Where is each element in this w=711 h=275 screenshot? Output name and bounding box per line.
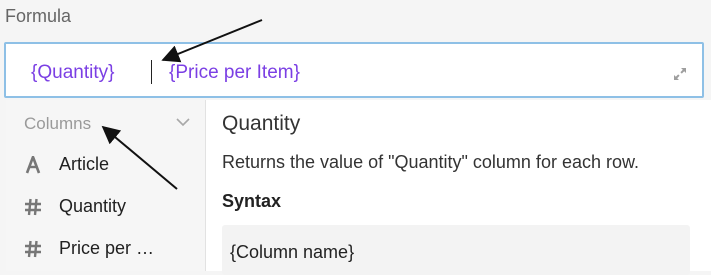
columns-header[interactable]: Columns — [24, 114, 91, 134]
number-type-icon — [25, 198, 41, 216]
expand-icon[interactable] — [672, 66, 688, 82]
detail-title: Quantity — [222, 112, 301, 135]
column-item-quantity[interactable]: Quantity — [6, 188, 205, 228]
formula-field-label: Formula — [5, 6, 72, 26]
syntax-example: {Column name} — [230, 242, 355, 262]
syntax-example-box: {Column name} — [222, 225, 690, 275]
column-item-label: Quantity — [59, 196, 127, 216]
column-item-article[interactable]: Article — [6, 146, 205, 186]
number-type-icon — [25, 240, 41, 258]
formula-token-quantity[interactable]: {Quantity} — [31, 62, 114, 84]
column-item-price-per-item[interactable]: Price per … — [6, 230, 205, 270]
formula-input[interactable]: {Quantity} {Price per Item} — [4, 42, 704, 98]
formula-token-price-per-item[interactable]: {Price per Item} — [169, 62, 300, 84]
column-item-label: Price per … — [59, 238, 155, 258]
column-item-label: Article — [59, 154, 110, 174]
columns-panel: Columns Article Quantity Price per … — [6, 100, 206, 271]
detail-description: Returns the value of "Quantity" column f… — [222, 152, 639, 172]
text-type-icon — [25, 156, 41, 174]
syntax-heading: Syntax — [222, 191, 282, 211]
text-caret — [151, 60, 152, 84]
chevron-down-icon[interactable] — [176, 117, 190, 127]
formula-helper-panel: Columns Article Quantity Price per … Qua… — [6, 100, 711, 275]
